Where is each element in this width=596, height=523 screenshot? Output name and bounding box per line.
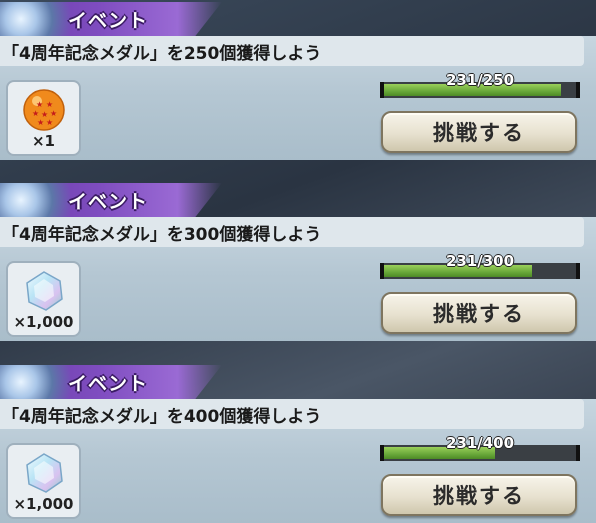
- mission-card: イベント 「4周年記念メダル」を300個獲得しよう ×1,000 231/300…: [0, 183, 596, 341]
- event-tag: イベント: [0, 183, 222, 217]
- progress-text: 231/400: [445, 434, 515, 452]
- svg-text:★: ★: [37, 118, 44, 127]
- event-tag: イベント: [0, 365, 222, 399]
- mission-panel: 「4周年記念メダル」を300個獲得しよう ×1,000 231/300 挑戦する: [0, 217, 596, 341]
- mission-card: イベント 「4周年記念メダル」を250個獲得しよう ★ ★ ★ ★ ★ ★ ★: [0, 2, 596, 160]
- reward-quantity: ×1,000: [13, 495, 74, 513]
- mission-card: イベント 「4周年記念メダル」を400個獲得しよう ×1,000 231/400…: [0, 365, 596, 523]
- svg-text:★: ★: [46, 118, 53, 127]
- progress-text: 231/250: [445, 71, 515, 89]
- reward-quantity: ×1: [31, 132, 55, 150]
- mission-title: 「4周年記念メダル」を400個獲得しよう: [2, 406, 322, 427]
- event-tag: イベント: [0, 2, 222, 36]
- character-art-icon: [0, 2, 70, 36]
- mission-panel: 「4周年記念メダル」を250個獲得しよう ★ ★ ★ ★ ★ ★ ★ ×1 23…: [0, 36, 596, 160]
- event-tag-label: イベント: [68, 372, 149, 395]
- event-tag-label: イベント: [68, 9, 149, 32]
- progress-bar: 231/300: [380, 252, 580, 279]
- mission-title-bar: 「4周年記念メダル」を400個獲得しよう: [0, 399, 584, 429]
- svg-text:★: ★: [50, 109, 57, 118]
- svg-text:★: ★: [46, 100, 53, 109]
- reward-box[interactable]: ×1,000: [6, 261, 81, 337]
- svg-text:★: ★: [36, 100, 43, 109]
- challenge-button[interactable]: 挑戦する: [381, 111, 577, 153]
- character-art-icon: [0, 365, 70, 399]
- dragon-ball-icon: ★ ★ ★ ★ ★ ★ ★: [23, 89, 65, 131]
- progress-bar: 231/250: [380, 71, 580, 98]
- svg-text:★: ★: [32, 109, 39, 118]
- reward-box[interactable]: ×1,000: [6, 443, 81, 519]
- character-art-icon: [0, 183, 70, 217]
- challenge-button[interactable]: 挑戦する: [381, 474, 577, 516]
- reward-quantity: ×1,000: [13, 313, 74, 331]
- mission-list: イベント 「4周年記念メダル」を250個獲得しよう ★ ★ ★ ★ ★ ★ ★: [0, 0, 596, 523]
- event-tag-label: イベント: [68, 190, 149, 213]
- mission-title-bar: 「4周年記念メダル」を250個獲得しよう: [0, 36, 584, 66]
- mission-title-bar: 「4周年記念メダル」を300個獲得しよう: [0, 217, 584, 247]
- dragon-stone-icon: [26, 271, 63, 311]
- dragon-stone-icon: [26, 453, 63, 493]
- progress-bar: 231/400: [380, 434, 580, 461]
- challenge-button[interactable]: 挑戦する: [381, 292, 577, 334]
- mission-title: 「4周年記念メダル」を250個獲得しよう: [2, 43, 322, 64]
- progress-text: 231/300: [445, 252, 515, 270]
- reward-box[interactable]: ★ ★ ★ ★ ★ ★ ★ ×1: [6, 80, 81, 156]
- mission-title: 「4周年記念メダル」を300個獲得しよう: [2, 224, 322, 245]
- mission-panel: 「4周年記念メダル」を400個獲得しよう ×1,000 231/400 挑戦する: [0, 399, 596, 523]
